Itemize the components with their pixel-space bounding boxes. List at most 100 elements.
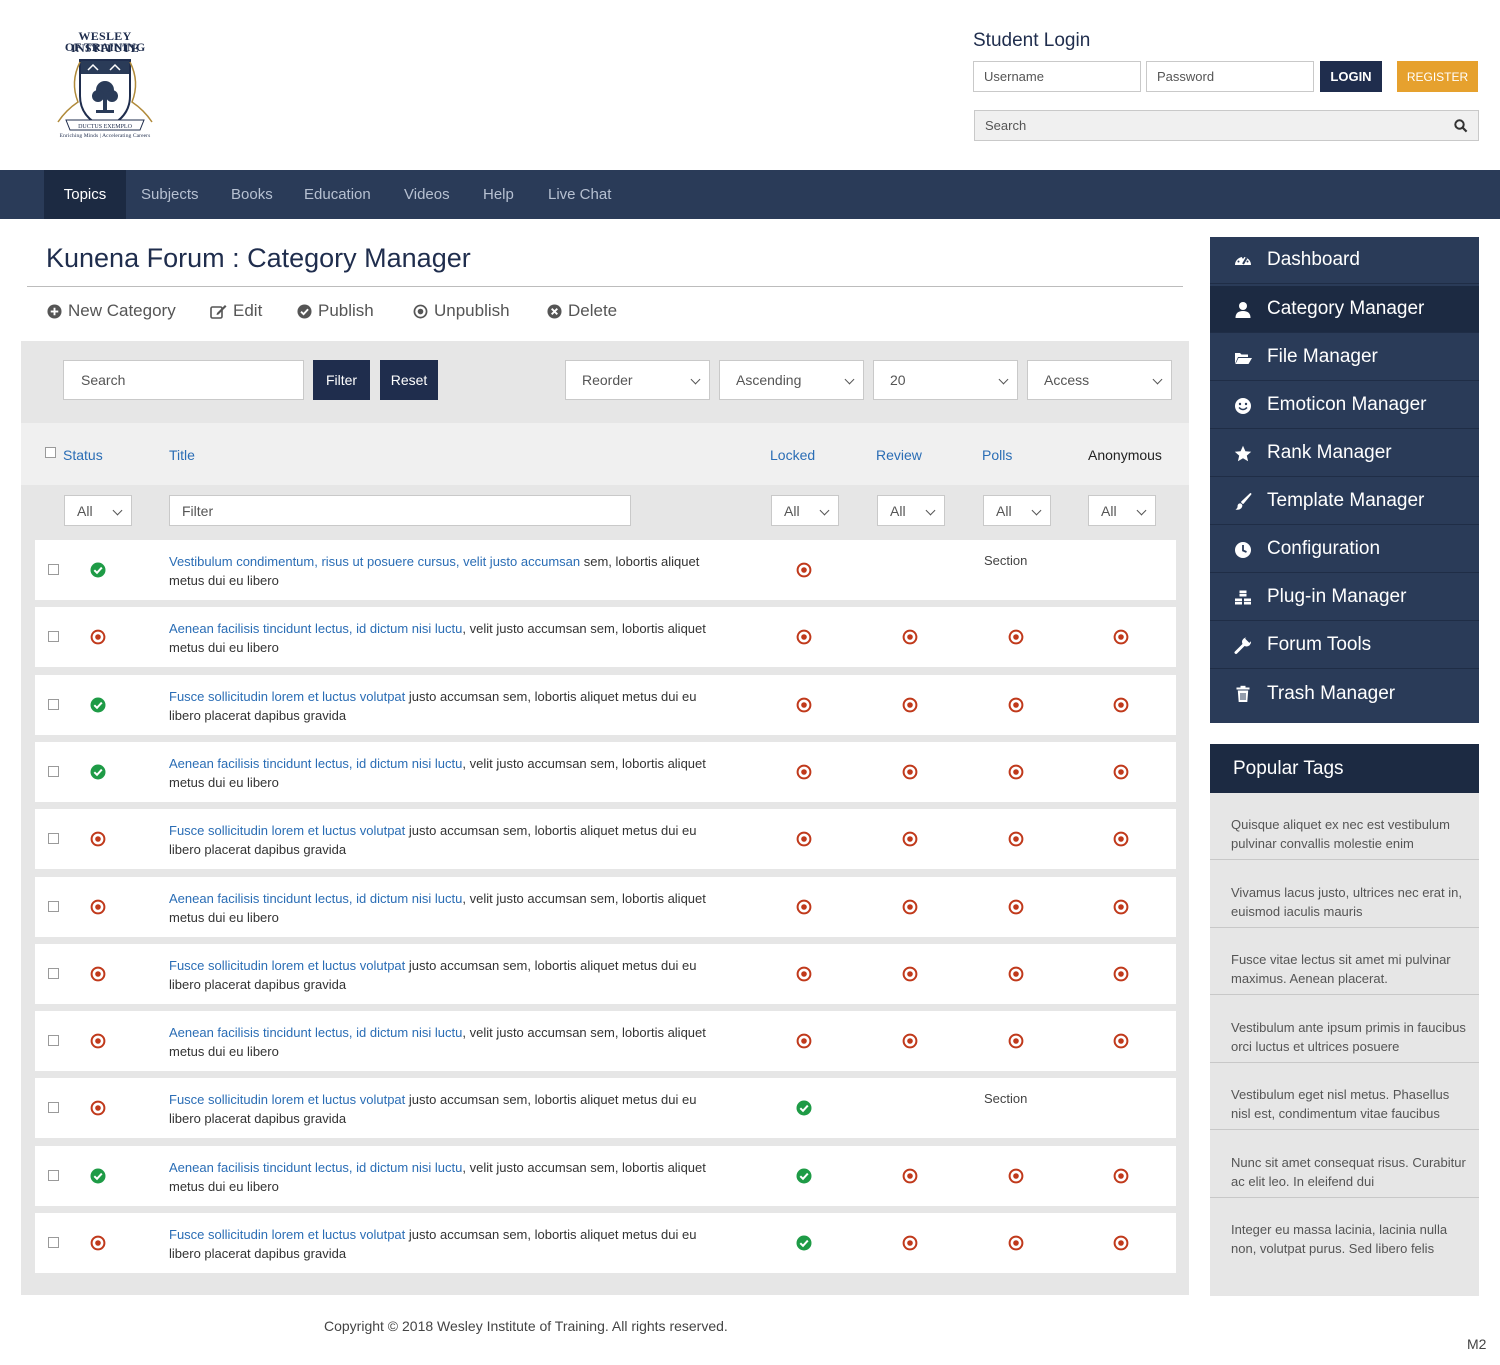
publish-button[interactable]: Publish [297, 300, 374, 322]
status-check-icon[interactable] [90, 1168, 106, 1184]
sidebar-item-template-manager[interactable]: Template Manager [1210, 478, 1479, 525]
tag-item[interactable]: Integer eu massa lacinia, lacinia nulla … [1210, 1198, 1479, 1265]
tag-item[interactable]: Vivamus lacus justo, ultrices nec erat i… [1210, 861, 1479, 928]
polls-stop-icon[interactable] [1008, 831, 1024, 847]
locked-stop-icon[interactable] [796, 899, 812, 915]
row-title-link[interactable]: Fusce sollicitudin lorem et luctus volut… [169, 1092, 405, 1107]
anonymous-stop-icon[interactable] [1113, 1235, 1129, 1251]
anonymous-stop-icon[interactable] [1113, 1033, 1129, 1049]
polls-stop-icon[interactable] [1008, 899, 1024, 915]
tag-item[interactable]: Quisque aliquet ex nec est vestibulum pu… [1210, 793, 1479, 860]
status-filter-select[interactable]: All [64, 495, 132, 526]
sidebar-item-forum-tools[interactable]: Forum Tools [1210, 622, 1479, 669]
status-check-icon[interactable] [90, 697, 106, 713]
row-title-link[interactable]: Vestibulum condimentum, risus ut posuere… [169, 554, 580, 569]
nav-subjects[interactable]: Subjects [141, 170, 199, 219]
tag-item[interactable]: Nunc sit amet consequat risus. Curabitur… [1210, 1131, 1479, 1198]
tag-item[interactable]: Vestibulum eget nisl metus. Phasellus ni… [1210, 1063, 1479, 1130]
row-checkbox[interactable] [48, 699, 59, 710]
locked-filter-select[interactable]: All [771, 495, 839, 526]
locked-stop-icon[interactable] [796, 831, 812, 847]
sidebar-item-category-manager[interactable]: Category Manager [1210, 286, 1479, 333]
unpublish-button[interactable]: Unpublish [413, 300, 510, 322]
column-locked[interactable]: Locked [770, 447, 815, 463]
register-button[interactable]: REGISTER [1397, 61, 1478, 92]
delete-button[interactable]: Delete [547, 300, 617, 322]
polls-stop-icon[interactable] [1008, 1168, 1024, 1184]
row-title-link[interactable]: Aenean facilisis tincidunt lectus, id di… [169, 891, 462, 906]
site-logo[interactable]: WESLEY INSTITUTE OF TRAINING DUCTUS EXEM… [44, 30, 166, 142]
column-review[interactable]: Review [876, 447, 922, 463]
row-checkbox[interactable] [48, 1237, 59, 1248]
polls-stop-icon[interactable] [1008, 697, 1024, 713]
review-stop-icon[interactable] [902, 899, 918, 915]
sidebar-item-file-manager[interactable]: File Manager [1210, 334, 1479, 381]
row-checkbox[interactable] [48, 901, 59, 912]
row-checkbox[interactable] [48, 1035, 59, 1046]
locked-stop-icon[interactable] [796, 562, 812, 578]
status-stop-icon[interactable] [90, 1235, 106, 1251]
locked-stop-icon[interactable] [796, 1033, 812, 1049]
anonymous-stop-icon[interactable] [1113, 1168, 1129, 1184]
nav-books[interactable]: Books [231, 170, 273, 219]
polls-stop-icon[interactable] [1008, 966, 1024, 982]
column-status[interactable]: Status [63, 447, 103, 463]
row-title-link[interactable]: Aenean facilisis tincidunt lectus, id di… [169, 621, 462, 636]
status-check-icon[interactable] [90, 764, 106, 780]
row-title-link[interactable]: Aenean facilisis tincidunt lectus, id di… [169, 1160, 462, 1175]
polls-stop-icon[interactable] [1008, 1033, 1024, 1049]
locked-check-icon[interactable] [796, 1235, 812, 1251]
row-checkbox[interactable] [48, 1102, 59, 1113]
reset-button[interactable]: Reset [380, 360, 438, 400]
search-icon[interactable] [1454, 119, 1468, 133]
filter-button[interactable]: Filter [313, 360, 370, 400]
locked-check-icon[interactable] [796, 1100, 812, 1116]
sidebar-item-plugin-manager[interactable]: Plug-in Manager [1210, 574, 1479, 621]
row-checkbox[interactable] [48, 833, 59, 844]
status-stop-icon[interactable] [90, 1033, 106, 1049]
polls-stop-icon[interactable] [1008, 1235, 1024, 1251]
username-input[interactable]: Username [973, 61, 1141, 92]
anonymous-stop-icon[interactable] [1113, 629, 1129, 645]
locked-stop-icon[interactable] [796, 697, 812, 713]
locked-stop-icon[interactable] [796, 764, 812, 780]
status-stop-icon[interactable] [90, 966, 106, 982]
anonymous-stop-icon[interactable] [1113, 966, 1129, 982]
status-check-icon[interactable] [90, 562, 106, 578]
tag-item[interactable]: Vestibulum ante ipsum primis in faucibus… [1210, 996, 1479, 1063]
polls-stop-icon[interactable] [1008, 764, 1024, 780]
review-stop-icon[interactable] [902, 697, 918, 713]
status-stop-icon[interactable] [90, 831, 106, 847]
edit-button[interactable]: Edit [210, 300, 262, 322]
tag-item[interactable]: Fusce vitae lectus sit amet mi pulvinar … [1210, 928, 1479, 995]
title-filter-input[interactable]: Filter [169, 495, 631, 526]
status-stop-icon[interactable] [90, 899, 106, 915]
review-stop-icon[interactable] [902, 1033, 918, 1049]
row-title-link[interactable]: Aenean facilisis tincidunt lectus, id di… [169, 756, 462, 771]
column-polls[interactable]: Polls [982, 447, 1012, 463]
status-stop-icon[interactable] [90, 1100, 106, 1116]
anonymous-stop-icon[interactable] [1113, 764, 1129, 780]
locked-stop-icon[interactable] [796, 966, 812, 982]
row-checkbox[interactable] [48, 968, 59, 979]
ordering-select[interactable]: Reorder [565, 360, 710, 400]
anonymous-stop-icon[interactable] [1113, 697, 1129, 713]
sidebar-item-configuration[interactable]: Configuration [1210, 526, 1479, 573]
row-checkbox[interactable] [48, 1170, 59, 1181]
column-title[interactable]: Title [169, 447, 195, 463]
row-title-link[interactable]: Aenean facilisis tincidunt lectus, id di… [169, 1025, 462, 1040]
nav-topics[interactable]: Topics [44, 170, 126, 219]
sidebar-item-trash-manager[interactable]: Trash Manager [1210, 670, 1479, 717]
sidebar-item-dashboard[interactable]: Dashboard [1210, 237, 1479, 284]
sidebar-item-rank-manager[interactable]: Rank Manager [1210, 430, 1479, 477]
status-stop-icon[interactable] [90, 629, 106, 645]
anonymous-filter-select[interactable]: All [1088, 495, 1156, 526]
locked-check-icon[interactable] [796, 1168, 812, 1184]
review-stop-icon[interactable] [902, 831, 918, 847]
row-title-link[interactable]: Fusce sollicitudin lorem et luctus volut… [169, 1227, 405, 1242]
review-stop-icon[interactable] [902, 764, 918, 780]
nav-videos[interactable]: Videos [404, 170, 450, 219]
row-title-link[interactable]: Fusce sollicitudin lorem et luctus volut… [169, 689, 405, 704]
access-select[interactable]: Access [1027, 360, 1172, 400]
row-checkbox[interactable] [48, 766, 59, 777]
